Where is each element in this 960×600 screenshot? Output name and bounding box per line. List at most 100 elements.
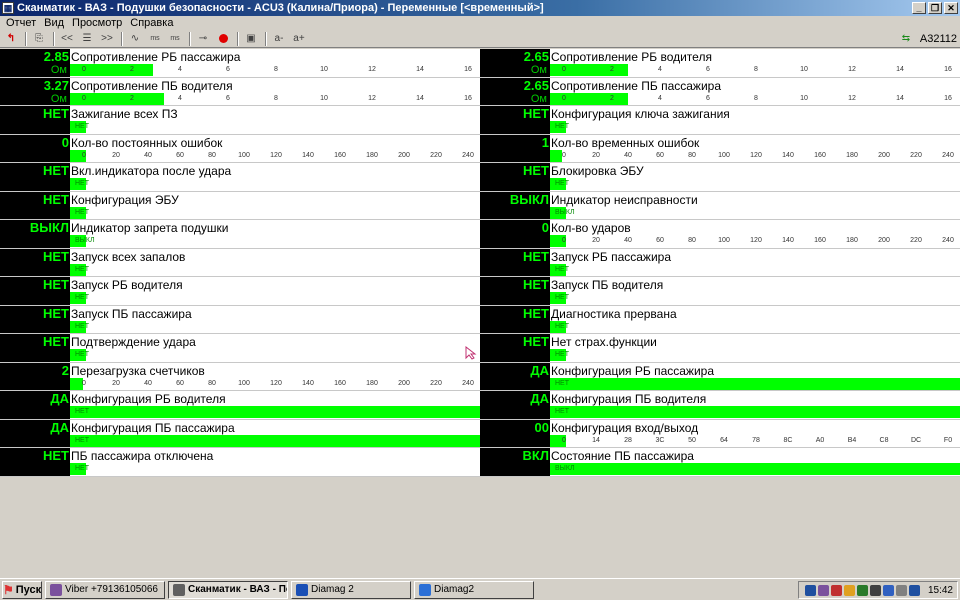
scale-tick-label: 120 bbox=[750, 237, 762, 244]
param-scale: 0 2 4 6 8 10 12 14 16 bbox=[70, 66, 480, 75]
save-icon[interactable]: ▣ bbox=[242, 31, 260, 47]
close-button[interactable]: ✕ bbox=[944, 2, 958, 14]
param-row[interactable]: НЕТ Конфигурация ключа зажигания НЕТ bbox=[480, 106, 960, 135]
param-unit: Ом bbox=[530, 92, 547, 105]
param-row[interactable]: ДА Конфигурация ПБ водителя НЕТ bbox=[480, 391, 960, 420]
ms-minus-button[interactable]: ms bbox=[146, 31, 164, 47]
param-row[interactable]: 1 Кол-во временных ошибок 0 20 40 60 80 100 120 1… bbox=[480, 134, 960, 163]
antivirus-icon[interactable] bbox=[908, 584, 920, 596]
scale-tick-label: 20 bbox=[112, 379, 120, 387]
driver-icon[interactable] bbox=[843, 584, 855, 596]
export-icon[interactable]: ⎘ bbox=[30, 31, 48, 47]
param-row[interactable]: НЕТ Блокировка ЭБУ НЕТ bbox=[480, 163, 960, 192]
scale-tick-label: 16 bbox=[464, 66, 472, 73]
viber-tray-icon[interactable] bbox=[817, 584, 829, 596]
param-row[interactable]: 0 Кол-во ударов 0 20 40 60 80 100 120 140 160 180 20… bbox=[480, 220, 960, 249]
param-row[interactable]: НЕТ Запуск всех запалов НЕТ bbox=[0, 248, 480, 277]
title-bar[interactable]: ▦ Сканматик - ВАЗ - Подушки безопасности… bbox=[0, 0, 960, 16]
param-row[interactable]: 2.65 Ом Сопротивление ПБ пассажира 0 2 4 6 8 10 1… bbox=[480, 77, 960, 106]
security-icon[interactable] bbox=[830, 584, 842, 596]
taskbar-task[interactable]: Viber +79136105066 bbox=[45, 580, 165, 599]
param-scale: 0 2 4 6 8 10 12 14 16 bbox=[70, 95, 480, 104]
update-icon[interactable] bbox=[856, 584, 868, 596]
network-icon[interactable] bbox=[804, 584, 816, 596]
menu-help[interactable]: Справка bbox=[126, 17, 177, 29]
param-row[interactable]: НЕТ Нет страх.функции НЕТ bbox=[480, 334, 960, 363]
start-button[interactable]: ⚑ Пуск bbox=[2, 580, 42, 599]
scale-tick-label: 64 bbox=[720, 436, 728, 444]
param-row[interactable]: 00 Конфигурация вход/выход 0 14 28 3C 50 64 78 8C… bbox=[480, 419, 960, 448]
scale-tick-label: 8 bbox=[274, 94, 278, 102]
param-row[interactable]: 3.27 Ом Сопротивление ПБ водителя 0 2 4 6 8 10 12… bbox=[0, 77, 480, 106]
param-bar-label: НЕТ bbox=[75, 180, 89, 187]
scale-tick-label: A0 bbox=[815, 436, 825, 444]
param-row[interactable]: НЕТ Зажигание всех ПЗ НЕТ bbox=[0, 106, 480, 135]
param-bar-label: НЕТ bbox=[555, 180, 569, 187]
taskbar-task-label: Сканматик - ВАЗ - По... bbox=[188, 584, 287, 595]
param-value: 2 bbox=[0, 362, 70, 390]
param-value: ДА bbox=[480, 362, 550, 390]
param-row[interactable]: ДА Конфигурация РБ водителя НЕТ bbox=[0, 391, 480, 420]
scale-tick-label: 10 bbox=[800, 66, 808, 73]
param-name: Сопротивление РБ водителя bbox=[551, 50, 712, 64]
param-row[interactable]: ВЫКЛ Индикатор неисправности ВЫКЛ bbox=[480, 191, 960, 220]
scale-tick-label: 240 bbox=[462, 379, 474, 387]
param-scale: 0 20 40 60 80 100 120 140 160 180 200 220 240 bbox=[550, 237, 960, 246]
param-bar-label: НЕТ bbox=[555, 123, 569, 130]
scale-tick-label: 60 bbox=[176, 151, 184, 159]
param-name: Диагностика прервана bbox=[551, 306, 677, 321]
forward-button[interactable]: >> bbox=[98, 31, 116, 47]
taskbar-task[interactable]: Diamag2 bbox=[414, 580, 534, 599]
cursor-marker-icon[interactable]: ⊸ bbox=[194, 31, 212, 47]
usb-icon[interactable] bbox=[882, 584, 894, 596]
menu-browse[interactable]: Просмотр bbox=[68, 17, 126, 29]
taskbar-task[interactable]: Diamag 2 bbox=[291, 580, 411, 599]
param-row[interactable]: НЕТ Запуск ПБ пассажира НЕТ bbox=[0, 305, 480, 334]
param-row[interactable]: НЕТ ПБ пассажира отключена НЕТ bbox=[0, 448, 480, 477]
param-row[interactable]: НЕТ Вкл.индикатора после удара НЕТ bbox=[0, 163, 480, 192]
param-row[interactable]: 2.85 Ом Сопротивление РБ пассажира 0 2 4 6 8 10 1… bbox=[0, 49, 480, 78]
toolbar: ↰ ⎘ << ☰ >> ∿ ms ms ⊸ ▣ a- a+ ⇆ А32112 bbox=[0, 30, 960, 48]
param-row[interactable]: НЕТ Диагностика прервана НЕТ bbox=[480, 305, 960, 334]
param-row[interactable]: ДА Конфигурация РБ пассажира НЕТ bbox=[480, 362, 960, 391]
param-name: Конфигурация РБ пассажира bbox=[551, 363, 715, 378]
ms-plus-button[interactable]: ms bbox=[166, 31, 184, 47]
scale-tick-label: C8 bbox=[879, 436, 889, 444]
param-row[interactable]: 2 Перезагрузка счетчиков 0 20 40 60 80 100 120 14… bbox=[0, 362, 480, 391]
param-row[interactable]: НЕТ Подтверждение удара НЕТ bbox=[0, 334, 480, 363]
wave-icon[interactable]: ∿ bbox=[126, 31, 144, 47]
system-tray: 15:42 bbox=[798, 581, 958, 599]
param-value: НЕТ bbox=[480, 334, 550, 362]
display-icon[interactable] bbox=[869, 584, 881, 596]
record-icon[interactable] bbox=[214, 31, 232, 47]
param-row[interactable]: НЕТ Запуск ПБ водителя НЕТ bbox=[480, 277, 960, 306]
param-row[interactable]: НЕТ Запуск РБ пассажира НЕТ bbox=[480, 248, 960, 277]
param-row[interactable]: 2.65 Ом Сопротивление РБ водителя 0 2 4 6 8 10 12… bbox=[480, 49, 960, 78]
restore-button[interactable]: ❐ bbox=[928, 2, 942, 14]
menu-report[interactable]: Отчет bbox=[2, 17, 40, 29]
taskbar-task[interactable]: Сканматик - ВАЗ - По... bbox=[168, 580, 288, 599]
param-row[interactable]: ДА Конфигурация ПБ пассажира НЕТ bbox=[0, 419, 480, 448]
scale-tick-label: 180 bbox=[366, 379, 378, 387]
minimize-button[interactable]: _ bbox=[912, 2, 926, 14]
viber-icon bbox=[50, 583, 62, 596]
list-icon[interactable]: ☰ bbox=[78, 31, 96, 47]
exit-icon[interactable]: ↰ bbox=[2, 31, 20, 47]
font-decrease-button[interactable]: a- bbox=[270, 31, 288, 47]
clock[interactable]: 15:42 bbox=[928, 585, 953, 596]
param-row[interactable]: ВКЛ Состояние ПБ пассажира ВЫКЛ bbox=[480, 448, 960, 477]
param-row[interactable]: 0 Кол-во постоянных ошибок 0 20 40 60 80 100 120… bbox=[0, 134, 480, 163]
param-bar-label: НЕТ bbox=[555, 379, 569, 387]
param-row[interactable]: НЕТ Конфигурация ЭБУ НЕТ bbox=[0, 191, 480, 220]
font-increase-button[interactable]: a+ bbox=[290, 31, 308, 47]
param-row[interactable]: ВЫКЛ Индикатор запрета подушки ВЫКЛ bbox=[0, 220, 480, 249]
param-value: ВКЛ bbox=[480, 448, 550, 476]
scale-tick-label: 20 bbox=[592, 237, 600, 244]
scale-tick-label: 12 bbox=[848, 94, 856, 102]
back-button[interactable]: << bbox=[58, 31, 76, 47]
param-row[interactable]: НЕТ Запуск РБ водителя НЕТ bbox=[0, 277, 480, 306]
scale-tick-label: F0 bbox=[943, 436, 953, 444]
menu-view[interactable]: Вид bbox=[40, 17, 68, 29]
volume-icon[interactable] bbox=[895, 584, 907, 596]
param-bar-label: НЕТ bbox=[75, 294, 89, 301]
